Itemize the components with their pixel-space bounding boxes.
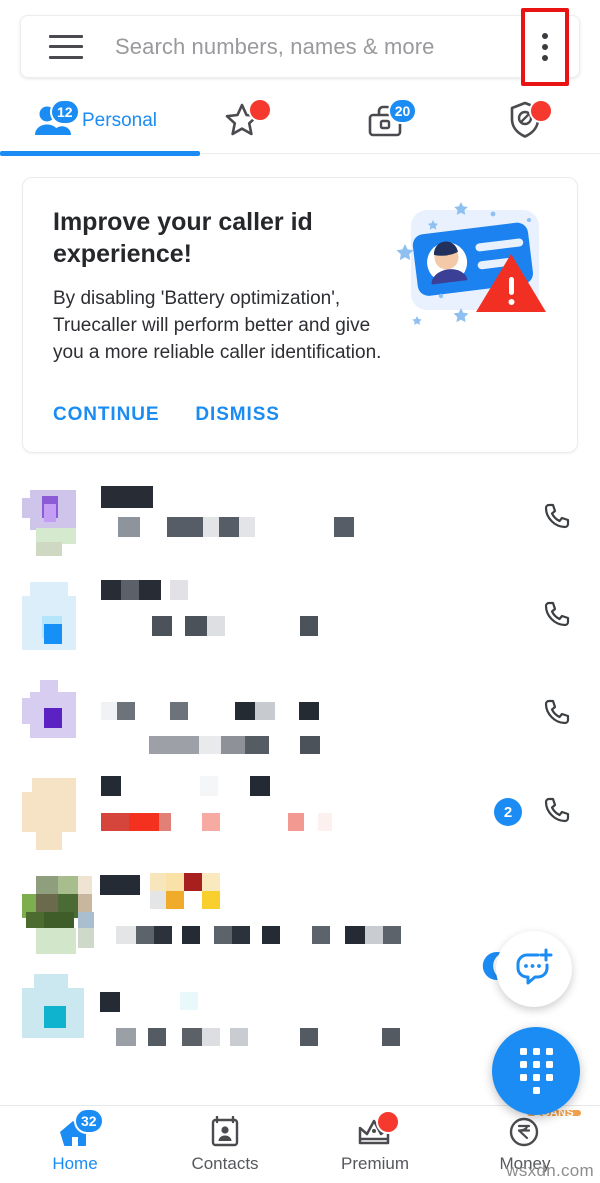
more-vertical-icon[interactable] <box>521 8 569 86</box>
nav-item-premium-label: Premium <box>340 1153 409 1173</box>
dismiss-button[interactable]: DISMISS <box>195 404 279 426</box>
promo-card-actions: CONTINUE DISMISS <box>53 404 280 426</box>
nav-premium-badge <box>376 1109 400 1134</box>
top-tab-bar: 12 Personal 20 <box>0 88 600 156</box>
avatar <box>22 680 84 750</box>
avatar <box>22 974 84 1044</box>
tab-personal-label: Personal <box>82 109 157 131</box>
nav-item-premium[interactable]: Premium <box>300 1106 450 1183</box>
watermark: wsxdn.com <box>506 1161 594 1180</box>
crown-icon <box>356 1109 400 1148</box>
list-item[interactable]: 2 <box>0 764 600 862</box>
tab-business[interactable]: 20 <box>317 88 459 153</box>
contacts-icon <box>208 1115 242 1148</box>
nav-item-contacts[interactable]: Contacts <box>150 1106 300 1183</box>
nav-item-contacts-label: Contacts <box>191 1153 259 1173</box>
avatar <box>22 582 84 652</box>
call-log-list[interactable]: 2 <box>0 470 600 1115</box>
home-icon: 32 <box>56 1107 104 1148</box>
search-bar[interactable]: Search numbers, names & more <box>20 8 580 86</box>
missed-call-count: 2 <box>494 798 522 826</box>
nav-item-home[interactable]: 32 Home <box>0 1106 150 1183</box>
rupee-icon: LOANS <box>507 1107 581 1148</box>
promo-card-title: Improve your caller id experience! <box>53 208 313 268</box>
continue-button[interactable]: CONTINUE <box>53 404 159 426</box>
briefcase-icon: 20 <box>366 97 418 140</box>
message-plus-icon <box>514 947 554 992</box>
nav-item-home-label: Home <box>52 1153 98 1173</box>
tab-active-indicator <box>0 151 200 156</box>
list-item[interactable] <box>0 568 600 666</box>
hamburger-icon[interactable] <box>49 34 83 59</box>
star-icon <box>225 97 273 141</box>
phone-icon[interactable] <box>542 502 572 532</box>
phone-icon[interactable] <box>542 698 572 728</box>
tab-personal-badge: 12 <box>50 98 80 125</box>
avatar <box>22 484 84 556</box>
new-message-fab[interactable] <box>496 931 572 1007</box>
nav-home-badge: 32 <box>74 1107 104 1134</box>
list-item[interactable] <box>0 470 600 568</box>
phone-icon[interactable] <box>542 600 572 630</box>
people-icon: 12 <box>34 98 80 138</box>
dialpad-fab[interactable] <box>492 1027 580 1115</box>
tab-blocking[interactable] <box>459 88 600 153</box>
tab-business-badge: 20 <box>387 97 418 124</box>
search-input[interactable]: Search numbers, names & more <box>115 34 435 60</box>
promo-card-body: By disabling 'Battery optimization', Tru… <box>53 288 382 363</box>
dialpad-icon <box>519 1048 553 1094</box>
bottom-navigation: 32 Home Contacts Premium LOANS Money wsx… <box>0 1105 600 1183</box>
tab-favorites-badge <box>248 97 273 122</box>
tab-favorites[interactable] <box>176 88 318 153</box>
shield-block-icon <box>508 98 554 142</box>
truecaller-home-screen: Search numbers, names & more 12 Personal <box>0 0 600 1183</box>
phone-icon[interactable] <box>542 796 572 826</box>
promo-card: Improve your caller id experience! By di… <box>22 177 578 453</box>
avatar <box>22 876 94 954</box>
tab-personal[interactable]: 12 Personal <box>0 88 200 156</box>
list-item[interactable] <box>0 666 600 764</box>
id-card-warning-illustration <box>389 194 561 336</box>
tab-blocking-badge <box>529 98 554 123</box>
avatar <box>22 778 84 850</box>
